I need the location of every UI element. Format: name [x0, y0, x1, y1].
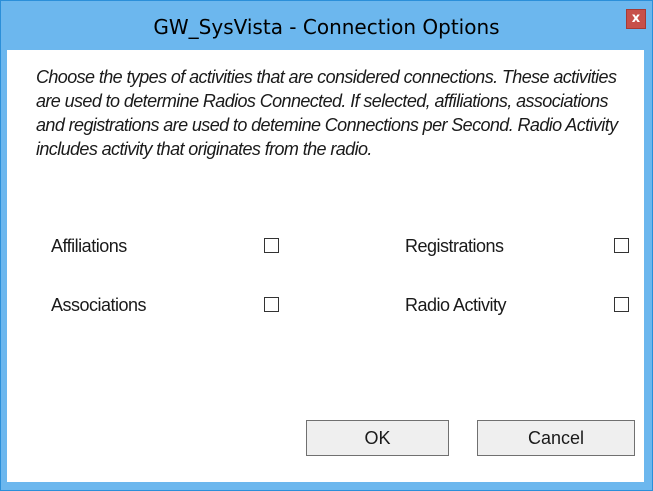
- associations-label: Associations: [51, 295, 147, 315]
- close-icon: x: [631, 11, 641, 26]
- radio-activity-checkbox[interactable]: [614, 297, 629, 312]
- associations-checkbox[interactable]: [264, 297, 279, 312]
- description-text: Choose the types of activities that are …: [36, 67, 618, 159]
- title-bar[interactable]: GW_SysVista - Connection Options x: [1, 1, 652, 51]
- radio-activity-label: Radio Activity: [405, 295, 507, 315]
- affiliations-checkbox[interactable]: [264, 238, 279, 253]
- registrations-label: Registrations: [405, 236, 504, 256]
- ok-button[interactable]: OK: [306, 420, 449, 456]
- cancel-button[interactable]: Cancel: [477, 420, 635, 456]
- affiliations-label: Affiliations: [51, 236, 127, 256]
- close-button[interactable]: x: [626, 9, 646, 29]
- registrations-checkbox[interactable]: [614, 238, 629, 253]
- window-title: GW_SysVista - Connection Options: [153, 15, 500, 39]
